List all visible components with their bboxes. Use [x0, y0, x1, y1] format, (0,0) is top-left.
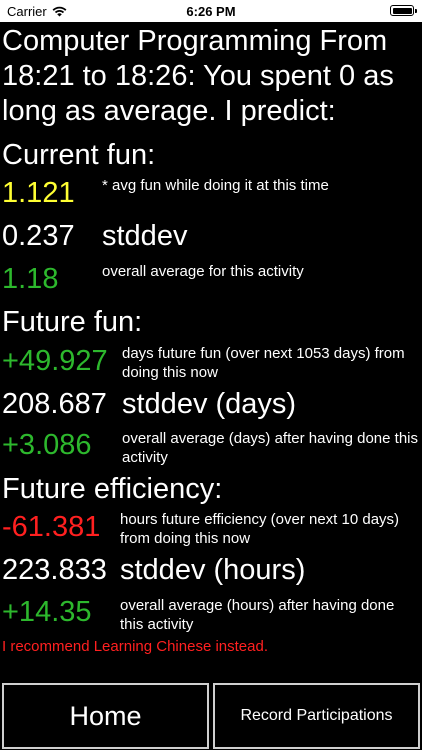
future-fun-value: +49.927 — [2, 345, 108, 377]
future-efficiency-overall: +14.35 — [2, 596, 92, 628]
future-efficiency-value: -61.381 — [2, 511, 101, 543]
current-fun-title: Current fun: — [2, 139, 156, 171]
battery-icon — [390, 5, 417, 16]
current-fun-value: 1.121 — [2, 177, 75, 209]
current-fun-stddev-label: stddev — [102, 220, 188, 252]
future-fun-title: Future fun: — [2, 306, 143, 338]
current-fun-overall: 1.18 — [2, 263, 59, 295]
future-fun-stddev: 208.687 — [2, 388, 107, 420]
future-fun-stddev-label: stddev (days) — [122, 388, 297, 420]
record-participations-label: Record Participations — [240, 707, 393, 724]
current-fun-stddev: 0.237 — [2, 220, 75, 252]
future-efficiency-title: Future efficiency: — [2, 473, 223, 505]
prediction-header: Computer Programming From 18:21 to 18:26… — [2, 25, 394, 127]
future-efficiency-value-note: hours future efficiency (over next 10 da… — [120, 511, 400, 547]
future-fun-overall-note: overall average (days) after having done… — [122, 430, 419, 466]
future-efficiency-stddev: 223.833 — [2, 554, 107, 586]
future-fun-value-note: days future fun (over next 1053 days) fr… — [122, 345, 405, 381]
recommendation-text: I recommend Learning Chinese instead. — [2, 638, 268, 655]
future-efficiency-stddev-label: stddev (hours) — [120, 554, 306, 586]
current-fun-overall-note: overall average for this activity — [102, 263, 304, 280]
current-fun-value-note: * avg fun while doing it at this time — [102, 177, 329, 194]
main-screen: Computer Programming From 18:21 to 18:26… — [0, 22, 422, 750]
status-time: 6:26 PM — [186, 4, 236, 19]
status-bar: Carrier 6:26 PM — [0, 0, 422, 22]
record-participations-button[interactable]: Record Participations — [213, 683, 420, 749]
home-button[interactable]: Home — [2, 683, 209, 749]
home-button-label: Home — [69, 700, 142, 731]
future-fun-overall: +3.086 — [2, 429, 92, 461]
future-efficiency-overall-note: overall average (hours) after having don… — [120, 597, 395, 633]
